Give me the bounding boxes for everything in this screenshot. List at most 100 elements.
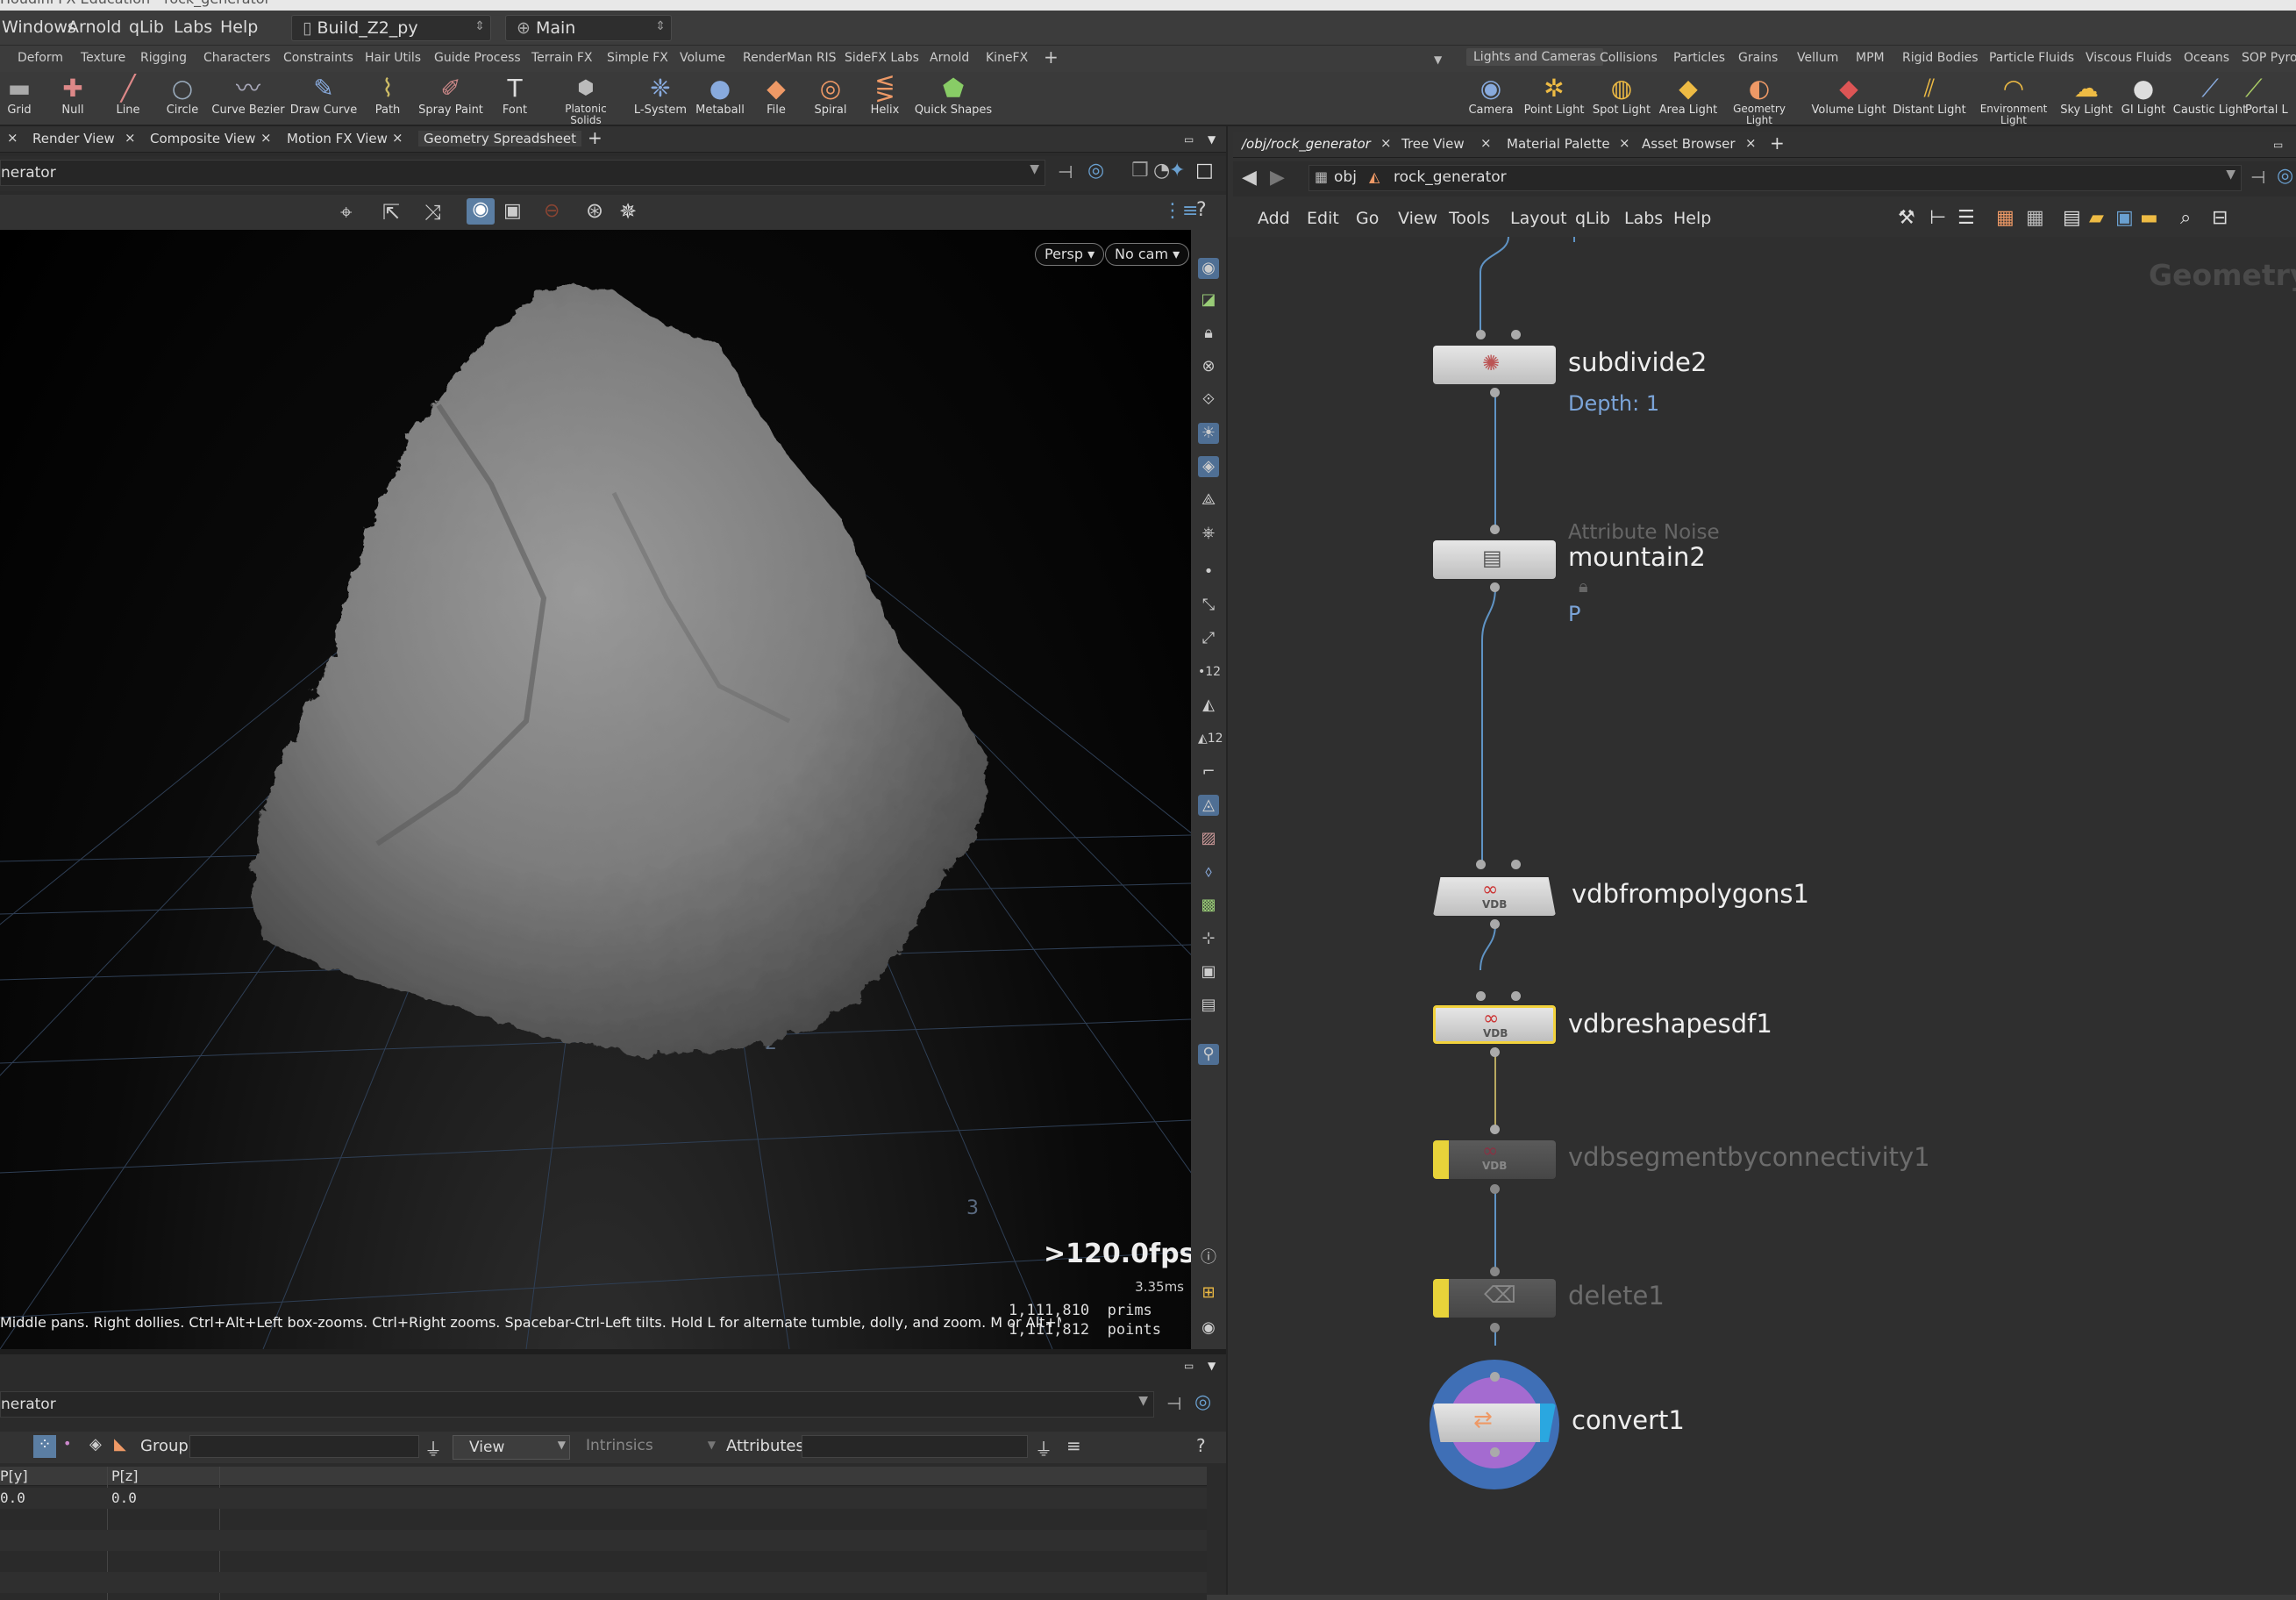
link-icon[interactable]: ◎ xyxy=(2277,165,2293,187)
node-vdbsegmentbyconnectivity1[interactable]: ∞ VDB xyxy=(1433,1140,1556,1179)
view-tool-icon[interactable]: ◉ xyxy=(467,198,495,225)
shelf-tab-oceans[interactable]: Oceans xyxy=(2184,51,2229,65)
pane-dropdown-icon[interactable]: ▼ xyxy=(1208,133,1216,146)
background-image-icon[interactable]: ▣ xyxy=(2115,207,2134,229)
tab-network-path[interactable]: /obj/rock_generator xyxy=(1242,136,1371,152)
close-tab-icon[interactable]: × xyxy=(1745,135,1757,151)
detail-mode-icon[interactable]: ◣ xyxy=(114,1435,126,1454)
shelf-tab-rigid-bodies[interactable]: Rigid Bodies xyxy=(1902,51,1979,65)
node-output-port[interactable] xyxy=(1490,1447,1500,1457)
back-arrow-icon[interactable]: ◀ xyxy=(1242,167,1257,189)
handle-tool-icon[interactable]: ⤨ xyxy=(424,200,441,225)
node-convert1[interactable]: ⇄ xyxy=(1433,1404,1556,1442)
menu-help[interactable]: Help xyxy=(220,18,258,37)
network-graph[interactable]: Geometry ✺ subdivide2 Depth: 1 ▤ Attribu… xyxy=(1228,237,2296,1595)
tab-render-view[interactable]: Render View xyxy=(32,131,115,146)
node-input-port[interactable] xyxy=(1490,525,1500,534)
node-output-port[interactable] xyxy=(1490,582,1500,592)
tools-icon[interactable]: ⚒ xyxy=(1898,207,1915,229)
menu-add[interactable]: Add xyxy=(1258,209,1290,228)
close-tab-icon[interactable]: × xyxy=(260,130,272,146)
eye-icon[interactable]: ◉ xyxy=(1198,258,1219,279)
background-image-icon[interactable]: ▤ xyxy=(1198,995,1219,1016)
node-input-port[interactable] xyxy=(1476,860,1486,869)
link-icon[interactable]: ◎ xyxy=(1194,1391,1211,1413)
menu-labs[interactable]: Labs xyxy=(1624,209,1663,228)
shelf-tab-texture[interactable]: Texture xyxy=(81,51,125,65)
shelf-tab-deform[interactable]: Deform xyxy=(18,51,63,65)
search-icon[interactable]: ⌕ xyxy=(2180,207,2191,229)
pin-display-icon[interactable]: ⚲ xyxy=(1198,1044,1219,1065)
node-output-port[interactable] xyxy=(1490,1047,1500,1057)
tool-curve-bezier[interactable]: 〰 Curve Bezier xyxy=(209,74,288,117)
select-tool-icon[interactable]: ⌖ xyxy=(340,200,353,225)
safe-area-icon[interactable]: ▣ xyxy=(1198,961,1219,982)
node-output-port[interactable] xyxy=(1490,1323,1500,1332)
menu-view[interactable]: View xyxy=(1398,209,1437,228)
vector-icon[interactable]: ⤢ xyxy=(1198,628,1219,649)
pose-tool-icon[interactable]: ▣ xyxy=(503,200,522,222)
shelf-tab-hair-utils[interactable]: Hair Utils xyxy=(365,51,421,65)
tool-point-light[interactable]: ✲ Point Light xyxy=(1516,74,1592,117)
node-input-port[interactable] xyxy=(1476,991,1486,1001)
tool-quick-shapes[interactable]: ⬟ Quick Shapes xyxy=(914,74,993,117)
node-input-port[interactable] xyxy=(1511,330,1521,339)
shelf-tab-vellum[interactable]: Vellum xyxy=(1797,51,1838,65)
filter-icon[interactable]: ⏚ xyxy=(1035,1435,1052,1461)
tool-geometry-light[interactable]: ◐ Geometry Light xyxy=(1726,74,1793,126)
attributes-field[interactable] xyxy=(802,1435,1028,1458)
tool-area-light[interactable]: ◆ Area Light xyxy=(1651,74,1726,117)
close-tab-icon[interactable]: × xyxy=(7,130,18,146)
table-row[interactable] xyxy=(0,1530,1207,1551)
edge-icon[interactable]: ⌐ xyxy=(1198,761,1219,782)
tab-asset-browser[interactable]: Asset Browser xyxy=(1642,136,1736,152)
node-input-port[interactable] xyxy=(1490,1125,1500,1134)
tab-geometry-spreadsheet[interactable]: Geometry Spreadsheet xyxy=(418,131,582,146)
network-path-field[interactable]: ▦ obj ◭ rock_generator ▼ xyxy=(1308,165,2242,191)
shelf-tab-guide-process[interactable]: Guide Process xyxy=(434,51,521,65)
close-tab-icon[interactable]: × xyxy=(1480,135,1492,151)
pane-menu-icon[interactable]: ▭ xyxy=(1184,1360,1194,1372)
column-options-icon[interactable]: ≡ xyxy=(1066,1435,1081,1456)
lighting-icon[interactable]: ☀ xyxy=(1198,423,1219,444)
menu-go[interactable]: Go xyxy=(1356,209,1379,228)
template-icon[interactable]: ⟁ xyxy=(1198,489,1219,511)
menu-tools[interactable]: Tools xyxy=(1449,209,1490,228)
display-options-icon[interactable]: ⊟ xyxy=(2212,207,2228,229)
visibility-icon[interactable]: ◉ xyxy=(1198,1318,1219,1339)
table-row[interactable]: 0.0 0.0 xyxy=(0,1488,1207,1509)
display-icon[interactable]: ◔ xyxy=(1153,160,1170,182)
shelf-tab-terrain-fx[interactable]: Terrain FX xyxy=(531,51,593,65)
shelf-tab-sidefx-labs[interactable]: SideFX Labs xyxy=(845,51,919,65)
add-shelf-icon[interactable]: + xyxy=(1044,46,1059,68)
list-icon[interactable]: ☰ xyxy=(1957,207,1975,229)
menu-layout[interactable]: Layout xyxy=(1510,209,1567,228)
node-vdbfrompolygons1[interactable]: ∞ VDB xyxy=(1433,877,1556,916)
forward-arrow-icon[interactable]: ▶ xyxy=(1270,167,1285,189)
spreadsheet-path-field[interactable]: nerator ▼ xyxy=(0,1391,1154,1418)
shelf-tab-kinefx[interactable]: KineFX xyxy=(986,51,1028,65)
scene-viewport[interactable]: 2 3 Persp ▾ No cam ▾ >120.0fps 3.35ms 1,… xyxy=(0,230,1191,1349)
shelf-tab-mpm[interactable]: MPM xyxy=(1856,51,1885,65)
intrinsics-dropdown[interactable]: Intrinsics ▼ xyxy=(586,1437,716,1454)
menu-labs[interactable]: Labs xyxy=(174,18,212,37)
network-box-icon[interactable]: ▤ xyxy=(2063,207,2081,229)
quad-view-icon[interactable]: ⊞ xyxy=(1198,1282,1219,1304)
close-tab-icon[interactable]: × xyxy=(1380,135,1392,151)
menu-qlib[interactable]: qLib xyxy=(1575,209,1610,228)
layout-icon[interactable]: ⋮≡ xyxy=(1163,200,1198,222)
tab-motion-fx-view[interactable]: Motion FX View xyxy=(287,131,388,146)
shelf-tab-characters[interactable]: Characters xyxy=(203,51,270,65)
normal-icon[interactable]: ⤡ xyxy=(1198,595,1219,616)
tool-gi-light[interactable]: ● GI Light xyxy=(2108,74,2178,117)
node-mountain2[interactable]: ▤ xyxy=(1433,540,1556,579)
point-icon[interactable]: • xyxy=(1198,561,1219,582)
prim-icon[interactable]: ◭ xyxy=(1198,695,1219,716)
table-row[interactable] xyxy=(0,1572,1207,1593)
shading-icon[interactable]: ◈ xyxy=(1198,456,1219,477)
menu-windows[interactable]: Windows xyxy=(2,18,76,37)
maximize-icon[interactable]: □ xyxy=(1195,160,1214,182)
help-icon[interactable]: ? xyxy=(1196,199,1207,221)
menu-qlib[interactable]: qLib xyxy=(129,18,164,37)
tab-tree-view[interactable]: Tree View xyxy=(1401,136,1465,152)
